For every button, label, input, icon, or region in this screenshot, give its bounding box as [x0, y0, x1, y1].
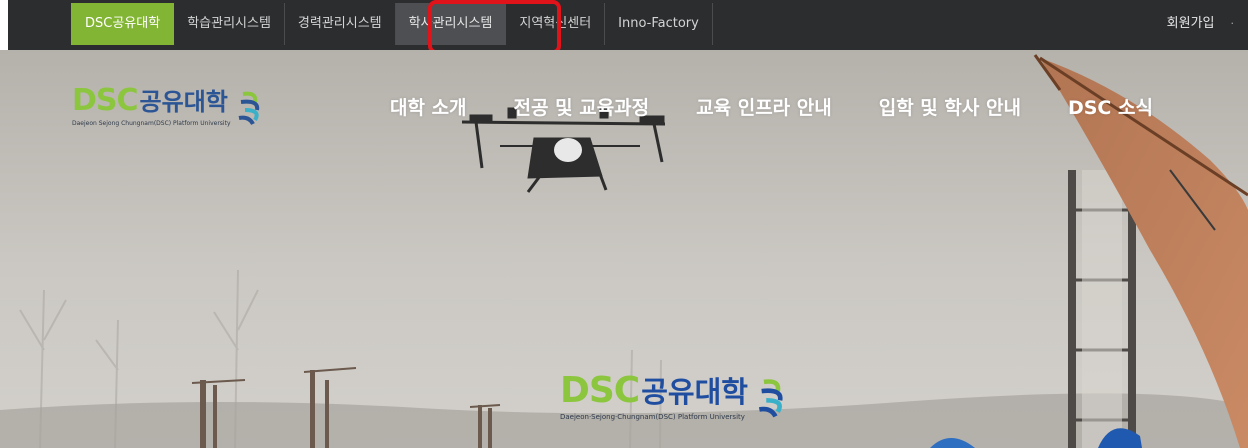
- top-right-links: 회원가입 ·: [1167, 3, 1234, 45]
- hero-logo-korean-text: 공유대학: [641, 375, 748, 409]
- hero-logo-subtitle: Daejeon·Sejong·Chungnam(DSC) Platform Un…: [560, 413, 745, 421]
- tab-inno-factory[interactable]: Inno-Factory: [605, 3, 713, 45]
- signup-link[interactable]: 회원가입: [1167, 3, 1215, 45]
- tab-regional-innovation-center[interactable]: 지역혁신센터: [506, 3, 606, 45]
- tab-dsc-university[interactable]: DSC공유대학: [71, 3, 175, 45]
- separator-dot: ·: [1230, 17, 1235, 30]
- hero-logo: DSC 공유대학 Daejeon·Sejong·Chungnam(DSC) Pl…: [560, 373, 790, 421]
- tab-career-management[interactable]: 경력관리시스템: [285, 3, 396, 45]
- nav-admission[interactable]: 입학 및 학사 안내: [879, 93, 1021, 120]
- tab-academic-management[interactable]: 학사관리시스템: [395, 3, 507, 45]
- dsc-swirl-icon: [758, 379, 783, 418]
- header-logo[interactable]: DSC 공유대학 Daejeon Sejong Chungnam(DSC) Pl…: [72, 86, 265, 128]
- nav-news[interactable]: DSC 소식: [1068, 93, 1153, 120]
- main-navigation: 대학 소개 전공 및 교육과정 교육 인프라 안내 입학 및 학사 안내 DSC…: [390, 93, 1153, 120]
- top-bar-left-edge: [0, 0, 8, 50]
- dsc-swirl-icon: [238, 91, 259, 126]
- logo-dsc-text: DSC: [72, 83, 139, 118]
- tab-learning-management[interactable]: 학습관리시스템: [174, 3, 285, 45]
- logo-korean-text: 공유대학: [139, 88, 228, 116]
- nav-majors-curriculum[interactable]: 전공 및 교육과정: [514, 93, 650, 120]
- hero-logo-dsc-text: DSC: [560, 370, 640, 411]
- nav-about[interactable]: 대학 소개: [390, 93, 467, 120]
- nav-infrastructure[interactable]: 교육 인프라 안내: [696, 93, 832, 120]
- logo-subtitle: Daejeon Sejong Chungnam(DSC) Platform Un…: [72, 120, 231, 127]
- top-utility-bar: DSC공유대학 학습관리시스템 경력관리시스템 학사관리시스템 지역혁신센터 I…: [0, 0, 1248, 50]
- hero-banner: DSC 공유대학 Daejeon Sejong Chungnam(DSC) Pl…: [0, 50, 1248, 448]
- top-tabs: DSC공유대학 학습관리시스템 경력관리시스템 학사관리시스템 지역혁신센터 I…: [71, 3, 713, 45]
